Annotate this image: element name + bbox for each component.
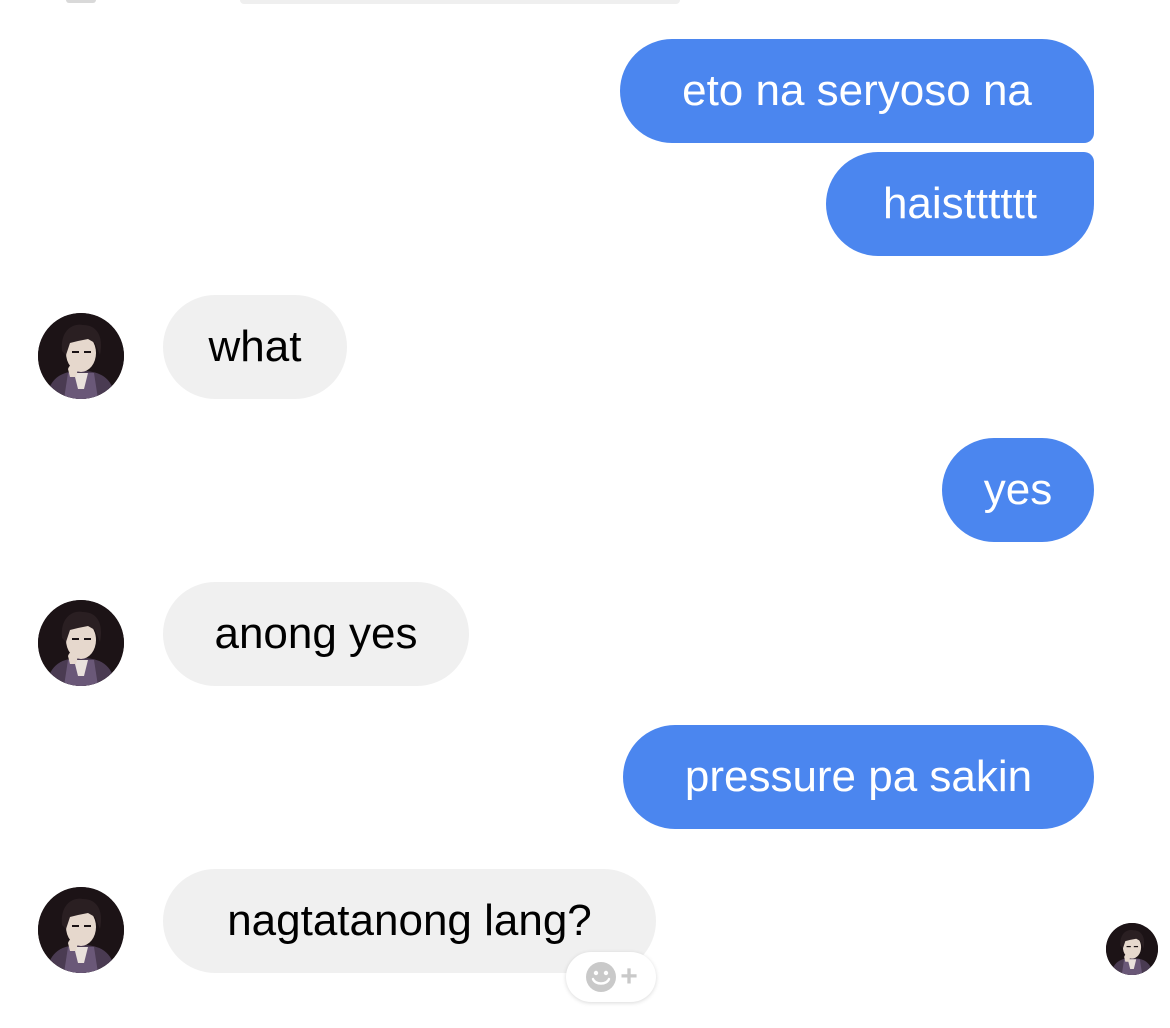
avatar-icon	[38, 600, 124, 686]
contact-avatar[interactable]	[38, 313, 124, 399]
avatar-icon	[1106, 923, 1158, 975]
top-partial-bubble	[240, 0, 680, 4]
message-bubble-incoming[interactable]: what	[163, 295, 347, 399]
contact-avatar[interactable]	[38, 600, 124, 686]
read-receipt-avatar	[1106, 923, 1158, 975]
message-bubble-outgoing[interactable]: pressure pa sakin	[623, 725, 1094, 829]
contact-avatar[interactable]	[38, 887, 124, 973]
smiley-icon	[586, 962, 617, 992]
message-bubble-outgoing[interactable]: haistttttt	[826, 152, 1094, 256]
message-bubble-outgoing[interactable]: yes	[942, 438, 1094, 542]
plus-icon: +	[620, 960, 638, 993]
message-bubble-outgoing[interactable]: eto na seryoso na	[620, 39, 1094, 143]
message-bubble-incoming[interactable]: anong yes	[163, 582, 469, 686]
top-partial-avatar	[66, 0, 96, 3]
avatar-icon	[38, 313, 124, 399]
avatar-icon	[38, 887, 124, 973]
add-reaction-button[interactable]: +	[566, 952, 656, 1002]
